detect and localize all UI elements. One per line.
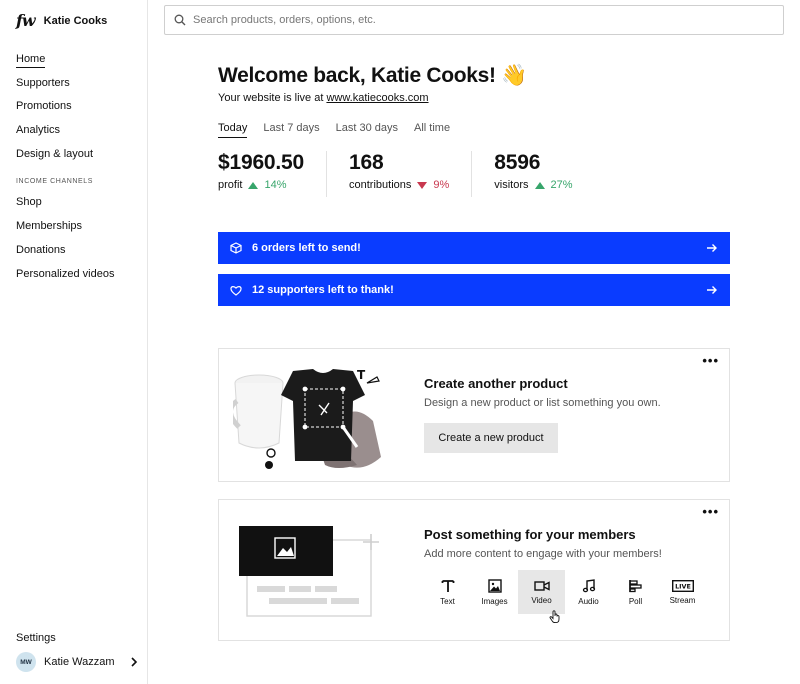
sidebar-item-supporters[interactable]: Supporters [16, 74, 136, 98]
brand[interactable]: fw Katie Cooks [16, 11, 107, 30]
dashboard-main: Welcome back, Katie Cooks! 👋 Your websit… [218, 64, 730, 197]
search-input[interactable] [193, 14, 783, 26]
stat-value: $1960.50 [218, 151, 304, 174]
post-illustration [239, 526, 379, 617]
sidebar-footer: Settings MW Katie Wazzam [16, 632, 138, 672]
product-illustration: T [233, 368, 381, 469]
period-tabs: Today Last 7 days Last 30 days All time [218, 122, 730, 138]
supporters-banner[interactable]: 12 supporters left to thank! [218, 274, 730, 306]
card-subtitle: Design a new product or list something y… [424, 397, 661, 409]
brand-logo: fw [16, 11, 36, 30]
sidebar-item-promotions[interactable]: Promotions [16, 97, 136, 121]
sidebar-item-shop[interactable]: Shop [16, 193, 136, 217]
post-type-audio[interactable]: Audio [565, 570, 612, 614]
trend-up-icon [534, 181, 545, 189]
stat-change: 9% [433, 179, 450, 191]
post-type-video[interactable]: Video [518, 570, 565, 614]
search-icon [174, 14, 186, 26]
stat-value: 8596 [494, 151, 541, 174]
stat-label: profit [218, 179, 243, 191]
stat-change: 14% [264, 179, 287, 191]
arrow-right-icon [707, 286, 717, 294]
trend-up-icon [248, 181, 259, 189]
post-type-text[interactable]: Text [424, 570, 471, 614]
stat-label: visitors [494, 179, 529, 191]
music-icon [582, 578, 595, 592]
post-type-poll[interactable]: Poll [612, 570, 659, 614]
income-channels-heading: INCOME CHANNELS [16, 178, 94, 186]
card-title: Create another product [424, 376, 568, 391]
sidebar: fw Katie Cooks Home Supporters Promotion… [0, 0, 148, 684]
site-url-link[interactable]: www.katiecooks.com [326, 92, 428, 104]
video-icon [533, 580, 550, 591]
settings-link[interactable]: Settings [16, 632, 138, 644]
post-for-members-card: ••• Post something for your members Add … [218, 499, 730, 641]
search-bar [164, 5, 784, 35]
svg-text:LIVE: LIVE [675, 582, 691, 590]
banner-text: 6 orders left to send! [252, 242, 361, 254]
stat-contributions: 168 contributions 9% [349, 151, 473, 197]
welcome-heading: Welcome back, Katie Cooks! 👋 [218, 64, 528, 87]
post-type-images[interactable]: Images [471, 570, 518, 614]
sidebar-item-donations[interactable]: Donations [16, 241, 136, 265]
text-icon [441, 579, 454, 592]
sidebar-item-memberships[interactable]: Memberships [16, 217, 136, 241]
tab-today[interactable]: Today [218, 122, 248, 138]
more-options-icon[interactable]: ••• [702, 504, 719, 519]
heart-icon [230, 285, 242, 296]
chevron-right-icon [131, 657, 138, 667]
post-type-stream[interactable]: LIVE Stream [659, 570, 706, 614]
stat-change: 27% [550, 179, 573, 191]
box-icon [230, 242, 242, 254]
arrow-right-icon [707, 244, 717, 252]
create-product-card: ••• T Create another product Design a ne… [218, 348, 730, 482]
tab-last-30-days[interactable]: Last 30 days [336, 122, 398, 138]
card-subtitle: Add more content to engage with your mem… [424, 548, 662, 560]
sidebar-item-design-layout[interactable]: Design & layout [16, 145, 136, 169]
stat-label: contributions [349, 179, 412, 191]
more-options-icon[interactable]: ••• [702, 353, 719, 368]
user-menu[interactable]: MW Katie Wazzam [16, 652, 138, 672]
tab-all-time[interactable]: All time [414, 122, 450, 138]
sidebar-item-personalized-videos[interactable]: Personalized videos [16, 265, 136, 289]
stats-row: $1960.50 profit 14% 168 contributions 9%… [218, 151, 730, 197]
sidebar-nav: Home Supporters Promotions Analytics Des… [16, 50, 136, 288]
live-site-text: Your website is live at www.katiecooks.c… [218, 92, 429, 104]
post-type-options: Text Images Video Audio Poll LIVE Stream [424, 570, 706, 614]
banner-text: 12 supporters left to thank! [252, 284, 394, 296]
orders-banner[interactable]: 6 orders left to send! [218, 232, 730, 264]
trend-down-icon [417, 181, 428, 189]
stat-profit: $1960.50 profit 14% [218, 151, 327, 197]
tab-last-7-days[interactable]: Last 7 days [263, 122, 319, 138]
stat-visitors: 8596 visitors 27% [494, 151, 594, 197]
card-title: Post something for your members [424, 527, 636, 542]
hand-cursor-icon [549, 610, 560, 624]
svg-text:T: T [357, 368, 366, 382]
brand-name: Katie Cooks [43, 14, 108, 27]
live-icon: LIVE [671, 579, 694, 592]
image-icon [487, 578, 502, 593]
user-name: Katie Wazzam [44, 656, 115, 668]
stat-value: 168 [349, 151, 384, 174]
poll-icon [628, 579, 642, 592]
avatar: MW [16, 652, 36, 672]
create-product-button[interactable]: Create a new product [424, 423, 558, 453]
sidebar-item-home[interactable]: Home [16, 50, 136, 74]
sidebar-item-analytics[interactable]: Analytics [16, 121, 136, 145]
